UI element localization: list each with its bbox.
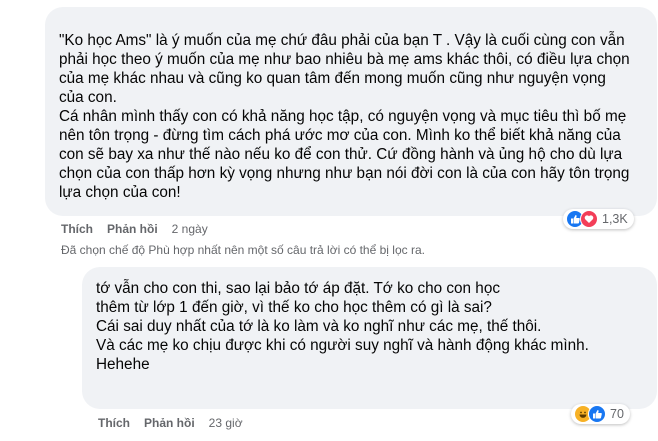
reply-bubble: tớ vẫn cho con thi, sao lại bảo tớ áp đặ… bbox=[82, 267, 657, 409]
like-button[interactable]: Thích bbox=[61, 222, 93, 236]
reaction-summary[interactable]: 70 bbox=[571, 404, 630, 424]
comment-text: "Ko học Ams" là ý muốn của mẹ chứ đâu ph… bbox=[59, 32, 630, 201]
reply-button[interactable]: Phản hồi bbox=[107, 222, 158, 236]
reaction-count: 1,3K bbox=[602, 212, 628, 226]
reply-text: tớ vẫn cho con thi, sao lại bảo tớ áp đặ… bbox=[96, 280, 589, 373]
reaction-summary[interactable]: 1,3K bbox=[563, 209, 634, 229]
filter-notice: Đã chọn chế độ Phù hợp nhất nên một số c… bbox=[61, 243, 425, 257]
love-icon bbox=[580, 210, 598, 228]
comment-bubble: "Ko học Ams" là ý muốn của mẹ chứ đâu ph… bbox=[45, 7, 657, 216]
reply-timestamp[interactable]: 23 giờ bbox=[209, 416, 243, 430]
comment-timestamp[interactable]: 2 ngày bbox=[172, 222, 208, 236]
comment-actions: Thích Phản hồi 2 ngày bbox=[61, 222, 208, 236]
reaction-count: 70 bbox=[610, 407, 624, 421]
like-button[interactable]: Thích bbox=[98, 416, 130, 430]
reply-actions: Thích Phản hồi 23 giờ bbox=[98, 416, 243, 430]
like-icon bbox=[588, 405, 606, 423]
reply-button[interactable]: Phản hồi bbox=[144, 416, 195, 430]
